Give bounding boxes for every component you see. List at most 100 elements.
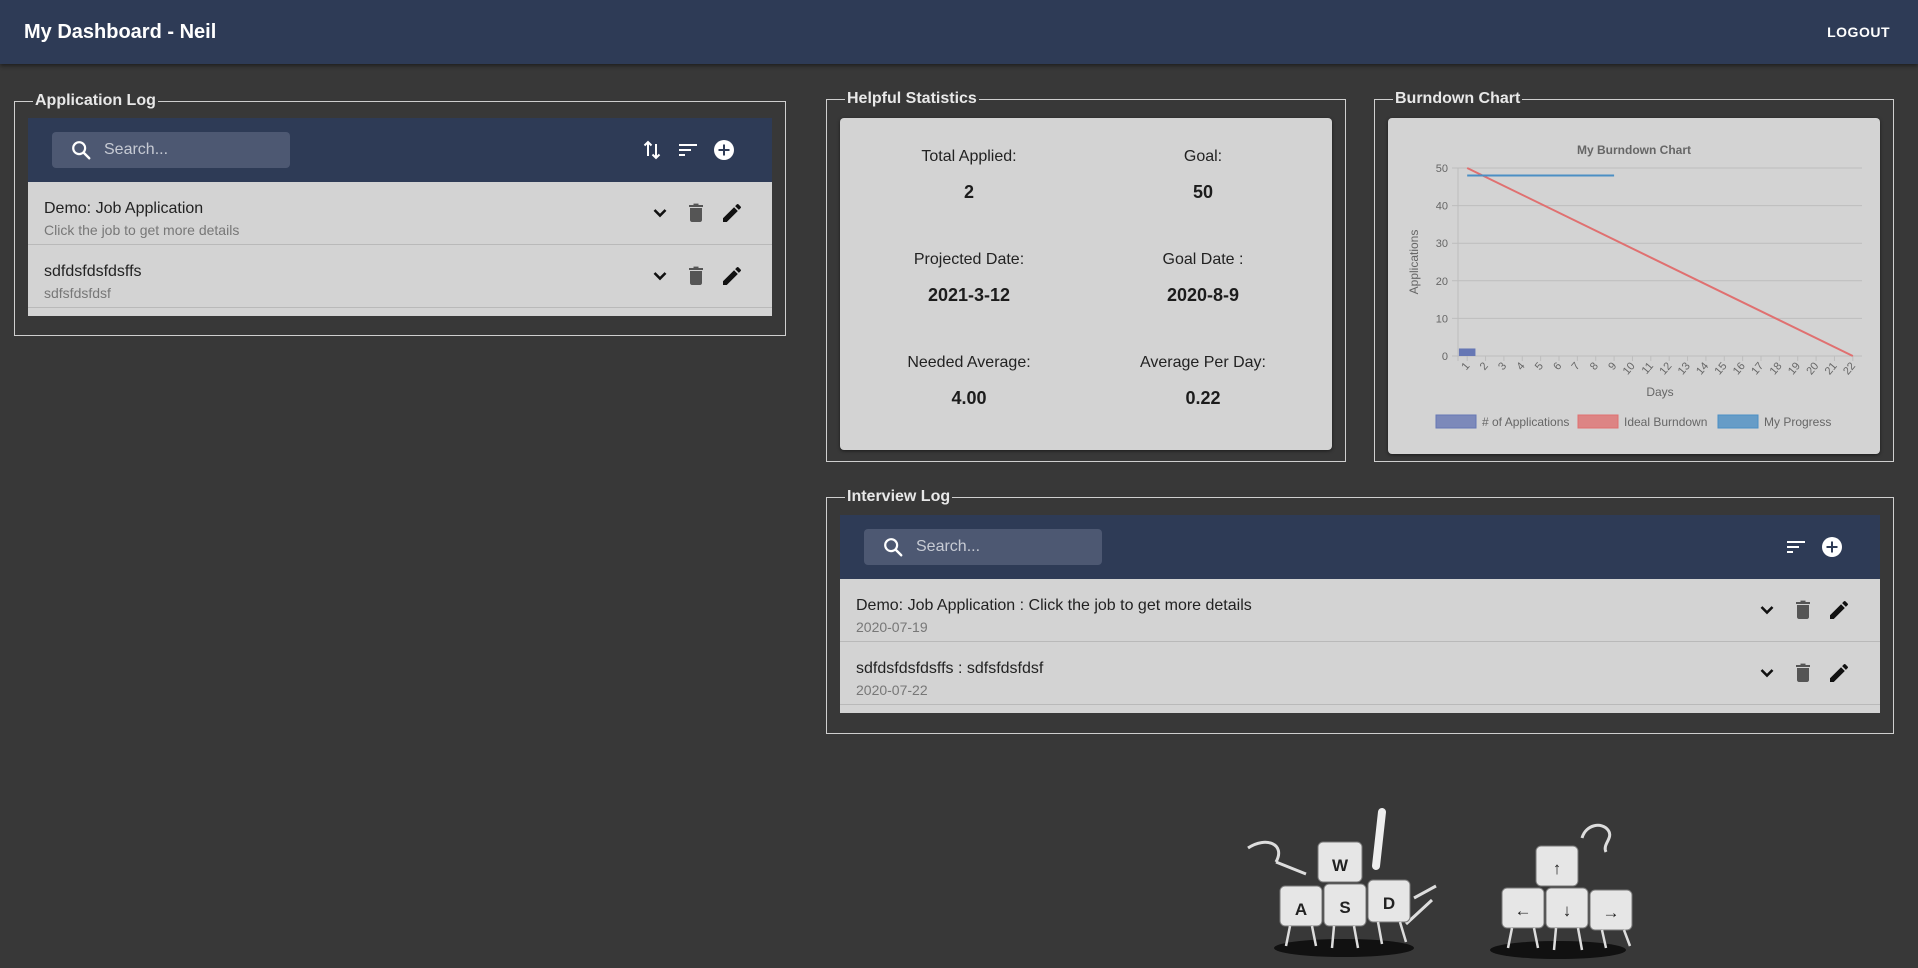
application-search <box>52 132 290 168</box>
key-d: D <box>1383 894 1395 913</box>
arrow-keys-group: ↑ ← ↓ → <box>1490 823 1633 959</box>
interview-log-legend: Interview Log <box>847 488 951 505</box>
application-title: Demo: Job Application <box>44 200 204 217</box>
x-tick-label: 5 <box>1533 360 1546 372</box>
goal-label: Goal: <box>1183 148 1223 165</box>
x-tick-label: 18 <box>1768 360 1785 377</box>
needed-average-value: 4.00 <box>951 388 987 408</box>
interview-date: 2020-07-19 <box>856 619 928 635</box>
x-tick-label: 8 <box>1588 360 1601 372</box>
key-a: A <box>1295 900 1307 919</box>
application-count-bar <box>1458 348 1476 356</box>
expand-more-icon[interactable] <box>648 201 672 225</box>
x-tick-label: 1 <box>1459 360 1472 372</box>
statistics-legend: Helpful Statistics <box>847 90 977 107</box>
filter-list-icon[interactable] <box>676 138 700 162</box>
projected-date-label: Projected Date: <box>913 251 1025 268</box>
application-title: sdfdsfdsfdsffs <box>44 263 142 280</box>
chart-title: My Burndown Chart <box>1577 143 1691 157</box>
expand-more-icon[interactable] <box>1755 661 1779 685</box>
projected-date-value: 2021-3-12 <box>927 285 1011 305</box>
application-log-toolbar <box>28 118 772 182</box>
x-tick-label: 11 <box>1640 360 1657 376</box>
key-left: ← <box>1515 901 1532 920</box>
application-log-legend: Application Log <box>35 92 156 109</box>
x-tick-label: 14 <box>1694 360 1711 377</box>
legend-swatch <box>1435 414 1477 429</box>
key-w: W <box>1332 856 1349 875</box>
y-tick-label: 50 <box>1436 163 1448 175</box>
edit-icon[interactable] <box>720 201 744 225</box>
interview-title: sdfdsfdsfdsffs : sdfsfdsfdsf <box>856 660 1044 677</box>
x-tick-label: 7 <box>1570 360 1583 372</box>
filter-list-icon[interactable] <box>1784 535 1808 559</box>
legend-swatch <box>1717 414 1759 429</box>
add-circle-icon[interactable] <box>1820 535 1844 559</box>
application-subtitle: Click the job to get more details <box>44 222 240 238</box>
needed-average-label: Needed Average: <box>907 354 1031 371</box>
interview-list-item[interactable]: Demo: Job Application : Click the job to… <box>840 579 1880 642</box>
x-tick-label: 19 <box>1786 360 1803 377</box>
key-down: ↓ <box>1563 901 1572 920</box>
x-axis-label: Days <box>1646 385 1673 399</box>
app-title: My Dashboard - Neil <box>24 20 217 43</box>
x-tick-label: 12 <box>1657 360 1674 377</box>
interview-search-input[interactable] <box>914 537 1098 557</box>
delete-icon[interactable] <box>684 201 708 225</box>
ideal-burndown-line <box>1466 167 1854 357</box>
goal-date-value: 2020-8-9 <box>1166 285 1240 305</box>
x-tick-label: 21 <box>1823 360 1840 377</box>
expand-more-icon[interactable] <box>1755 598 1779 622</box>
x-tick-label: 20 <box>1804 360 1821 377</box>
add-circle-icon[interactable] <box>712 138 736 162</box>
application-list-item[interactable]: sdfdsfdsfdsffs sdfsfdsfdsf <box>28 245 772 308</box>
y-tick-label: 30 <box>1436 238 1448 250</box>
x-tick-label: 13 <box>1676 360 1693 377</box>
application-list-item[interactable]: Demo: Job Application Click the job to g… <box>28 182 772 245</box>
y-tick-label: 40 <box>1436 201 1448 213</box>
burndown-chart: My Burndown Chart010203040501 2 3 4 5 6 7 8 9 10 1… <box>1407 143 1862 429</box>
wasd-keys-group: W A S D <box>1247 808 1437 957</box>
key-up: ↑ <box>1553 859 1562 878</box>
delete-icon[interactable] <box>1791 661 1815 685</box>
needed-average-stat: Needed Average: 4.00 <box>849 354 1089 409</box>
delete-icon[interactable] <box>684 264 708 288</box>
delete-icon[interactable] <box>1791 598 1815 622</box>
burndown-legend: Burndown Chart <box>1395 90 1521 107</box>
total-applied-value: 2 <box>963 182 974 202</box>
x-tick-label: 15 <box>1713 360 1730 377</box>
application-search-input[interactable] <box>102 140 286 160</box>
interview-date: 2020-07-22 <box>856 682 928 698</box>
average-per-day-stat: Average Per Day: 0.22 <box>1083 354 1323 409</box>
expand-more-icon[interactable] <box>648 264 672 288</box>
x-tick-label: 16 <box>1731 360 1748 377</box>
edit-icon[interactable] <box>1827 661 1851 685</box>
key-s: S <box>1339 898 1350 917</box>
x-tick-label: 17 <box>1749 360 1766 377</box>
goal-date-label: Goal Date : <box>1162 251 1244 268</box>
x-tick-label: 22 <box>1841 360 1858 377</box>
goal-date-stat: Goal Date : 2020-8-9 <box>1083 251 1323 306</box>
interview-log-toolbar <box>840 515 1880 579</box>
application-log-table: Demo: Job Application Click the job to g… <box>28 118 772 316</box>
statistics-card: Total Applied: 2 Goal: 50 Projected Date… <box>840 118 1332 450</box>
search-icon <box>72 141 91 160</box>
list-spacer <box>28 308 772 316</box>
logout-button[interactable]: LOGOUT <box>1823 16 1894 48</box>
edit-icon[interactable] <box>1827 598 1851 622</box>
app-bar: My Dashboard - Neil LOGOUT <box>0 0 1918 64</box>
x-tick-label: 10 <box>1621 360 1638 377</box>
goal-value: 50 <box>1192 182 1214 202</box>
average-per-day-value: 0.22 <box>1185 388 1221 408</box>
sort-direction-icon[interactable] <box>640 138 664 162</box>
search-icon <box>884 538 903 557</box>
legend-label: Ideal Burndown <box>1624 415 1707 429</box>
edit-icon[interactable] <box>720 264 744 288</box>
average-per-day-label: Average Per Day: <box>1140 354 1266 371</box>
legend-label: # of Applications <box>1482 415 1569 429</box>
burndown-card: My Burndown Chart 0 10 20 30 40 50 1 2 3 4 5 6 7 8 9 10 1… <box>1388 118 1880 454</box>
y-tick-label: 20 <box>1436 276 1448 288</box>
x-tick-label: 9 <box>1606 360 1619 372</box>
keyboard-keys-illustration: W A S D ↑ ← ↓ → <box>1247 808 1633 959</box>
interview-list-item[interactable]: sdfdsfdsfdsffs : sdfsfdsfdsf 2020-07-22 <box>840 642 1880 705</box>
